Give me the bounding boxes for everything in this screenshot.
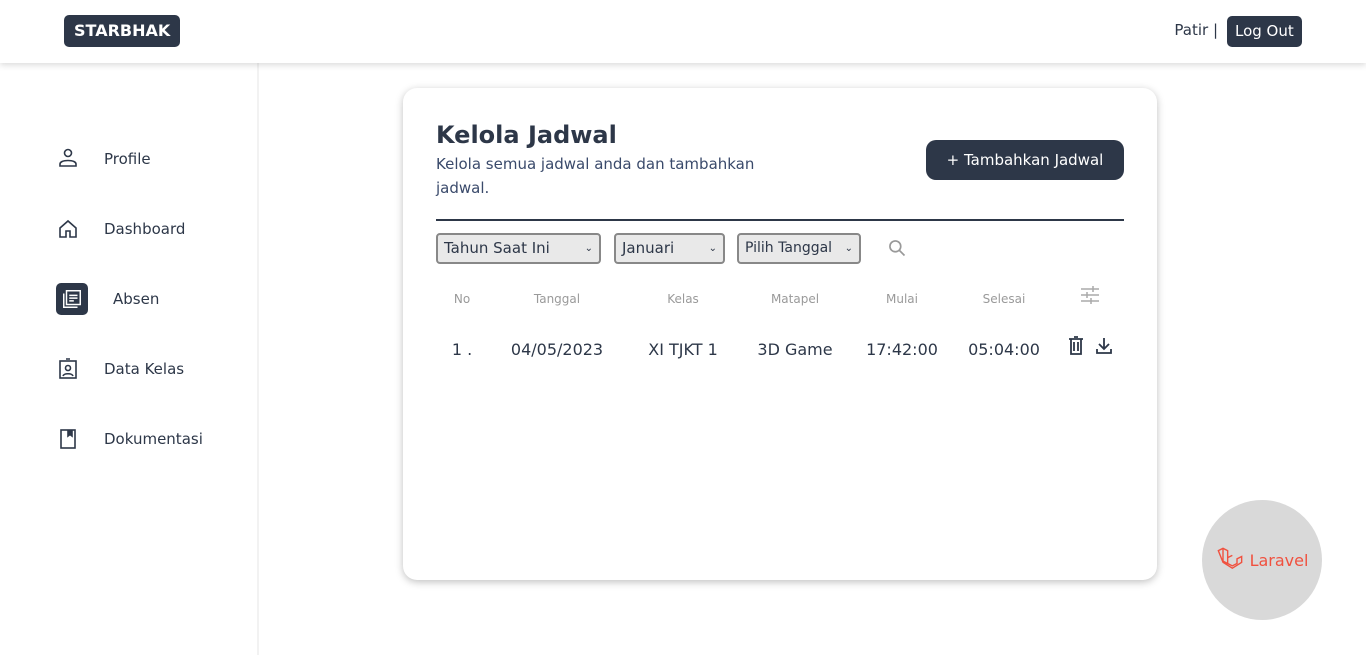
cell-mulai: 17:42:00 xyxy=(866,340,938,359)
date-select-value: Pilih Tanggal xyxy=(745,240,833,256)
cell-selesai: 05:04:00 xyxy=(968,340,1040,359)
add-schedule-button[interactable]: + Tambahkan Jadwal xyxy=(926,140,1124,180)
settings-sliders-icon[interactable] xyxy=(1080,285,1100,305)
date-select[interactable]: Pilih Tanggal ⌄ xyxy=(737,233,861,264)
cell-kelas: XI TJKT 1 xyxy=(648,340,718,359)
sidebar-item-absen[interactable]: Absen xyxy=(56,283,159,315)
column-header-tanggal: Tanggal xyxy=(533,292,581,306)
laravel-label: Laravel xyxy=(1249,550,1309,570)
column-header-mulai: Mulai xyxy=(886,292,918,306)
sidebar-item-label: Data Kelas xyxy=(104,360,185,378)
sidebar-item-label: Profile xyxy=(104,150,151,168)
brand-logo[interactable]: STARBHAK xyxy=(64,15,181,47)
cell-tanggal: 04/05/2023 xyxy=(510,340,604,359)
user-name: Patir | xyxy=(1174,21,1218,39)
month-select[interactable]: Januari ⌄ xyxy=(614,233,725,264)
year-select[interactable]: Tahun Saat Ini ⌄ xyxy=(436,233,601,264)
sidebar: Profile Dashboard Absen Data Kelas Dokum… xyxy=(0,63,259,655)
sidebar-item-label: Dokumentasi xyxy=(104,430,203,448)
sidebar-item-dashboard[interactable]: Dashboard xyxy=(56,217,185,241)
year-select-value: Tahun Saat Ini xyxy=(444,239,550,257)
search-icon[interactable] xyxy=(887,238,907,258)
column-header-matapel: Matapel xyxy=(770,292,820,306)
page-subtitle: Kelola semua jadwal anda dan tambahkan j… xyxy=(436,155,755,197)
chevron-down-icon: ⌄ xyxy=(584,243,593,254)
chevron-down-icon: ⌄ xyxy=(844,243,853,254)
column-header-no: No xyxy=(453,292,471,306)
sidebar-item-label: Dashboard xyxy=(104,220,186,238)
cell-no: 1 . xyxy=(451,340,473,359)
laravel-badge: Laravel xyxy=(1202,500,1322,620)
column-header-selesai: Selesai xyxy=(982,292,1026,306)
home-icon xyxy=(59,219,77,238)
cell-matapel: 3D Game xyxy=(757,340,833,359)
page-title: Kelola Jadwal xyxy=(436,121,617,149)
top-navbar: STARBHAK Patir | Log Out xyxy=(0,0,1366,63)
bookmark-icon xyxy=(60,429,76,449)
trash-icon[interactable] xyxy=(1066,336,1086,356)
sidebar-item-data-kelas[interactable]: Data Kelas xyxy=(56,357,184,381)
badge-icon xyxy=(59,358,77,379)
schedule-card: Kelola Jadwal Kelola semua jadwal anda d… xyxy=(403,88,1157,580)
chevron-down-icon: ⌄ xyxy=(708,243,717,254)
user-icon xyxy=(59,148,77,167)
laravel-logo-icon xyxy=(1217,547,1242,569)
sidebar-item-label: Absen xyxy=(113,290,160,308)
logout-button[interactable]: Log Out xyxy=(1227,16,1302,47)
download-icon[interactable] xyxy=(1094,336,1114,356)
sidebar-item-dokumentasi[interactable]: Dokumentasi xyxy=(56,427,203,451)
sidebar-item-profile[interactable]: Profile xyxy=(56,147,151,171)
divider xyxy=(436,219,1124,221)
column-header-kelas: Kelas xyxy=(667,292,699,306)
document-icon xyxy=(56,283,88,315)
month-select-value: Januari xyxy=(622,239,675,257)
